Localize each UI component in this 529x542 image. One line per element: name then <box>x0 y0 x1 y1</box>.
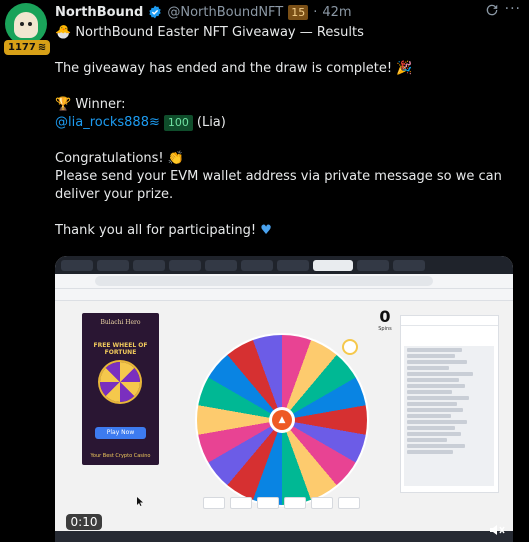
avatar-eye <box>28 22 32 26</box>
badge-wave-icon: ≋ <box>37 42 47 53</box>
video-duration: 0:10 <box>66 514 102 530</box>
browser-tab <box>357 259 389 271</box>
mouse-cursor-icon <box>137 497 143 506</box>
party-popper-icon: 🎉 <box>396 61 413 76</box>
post-header: NorthBound @NorthBoundNFT 15 · 42m <box>55 3 352 21</box>
post-body: 🐣 NorthBound Easter NFT Giveaway — Resul… <box>55 24 517 240</box>
author-name[interactable]: NorthBound <box>55 5 143 20</box>
casino-ad: Bulachi Hero FREE WHEEL OF FORTUNE Play … <box>82 313 159 465</box>
winner-label: Winner: <box>75 97 126 112</box>
spin-label: Spins <box>378 326 392 332</box>
browser-tab <box>393 259 425 271</box>
ad-brand: Bulachi Hero <box>100 319 141 326</box>
winner-line: @lia_rocks888≋ 100 (Lia) <box>55 114 517 132</box>
post-time[interactable]: 42m <box>322 5 351 20</box>
browser-tab <box>133 259 165 271</box>
browser-tab-bar <box>55 256 513 274</box>
badge-count: 1177 <box>8 42 36 53</box>
thanks-text: Thank you all for participating! <box>55 223 257 238</box>
winner-wave-icon: ≋ <box>148 115 160 130</box>
browser-tab <box>277 259 309 271</box>
ad-play-button: Play Now <box>95 427 146 439</box>
post-title: NorthBound Easter NFT Giveaway — Results <box>75 25 364 40</box>
browser-tab <box>205 259 237 271</box>
entries-tabs <box>401 316 498 326</box>
entries-list <box>404 346 494 486</box>
ad-headline: FREE WHEEL OF FORTUNE <box>93 342 148 356</box>
refresh-icon[interactable] <box>485 3 499 17</box>
thanks-line: Thank you all for participating! ♥ <box>55 222 517 240</box>
avatar-face <box>14 12 38 38</box>
browser-tab <box>241 259 273 271</box>
spin-wheel: ▲ <box>197 335 367 505</box>
congrats-text: Congratulations! <box>55 151 164 166</box>
blue-heart-icon: ♥ <box>260 223 272 238</box>
ad-wheel-image <box>100 362 140 402</box>
wheel-pointer <box>342 339 358 355</box>
spin-count: 0 <box>379 307 391 326</box>
author-level: 15 <box>288 4 309 20</box>
separator-dot: · <box>313 4 318 20</box>
more-icon[interactable]: ··· <box>505 1 521 17</box>
desktop-dock <box>55 531 513 542</box>
result-text: The giveaway has ended and the draw is c… <box>55 61 393 76</box>
verified-badge-icon <box>149 5 162 19</box>
browser-tab-active <box>313 259 353 271</box>
winner-label-line: 🏆 Winner: <box>55 96 517 114</box>
wheel-page: Bulachi Hero FREE WHEEL OF FORTUNE Play … <box>55 301 513 542</box>
browser-url-bar <box>55 274 513 289</box>
author-handle[interactable]: @NorthBoundNFT <box>167 5 283 20</box>
entries-panel <box>400 315 499 493</box>
post-video[interactable]: Bulachi Hero FREE WHEEL OF FORTUNE Play … <box>55 256 513 542</box>
browser-url-field <box>95 276 433 286</box>
result-line: The giveaway has ended and the draw is c… <box>55 60 517 78</box>
browser-tab <box>169 259 201 271</box>
avatar-eye <box>20 22 24 26</box>
wheel-toolbar <box>203 497 363 509</box>
winner-level: 100 <box>163 115 193 131</box>
author-avatar[interactable] <box>5 3 47 45</box>
egg-emoji-icon: 🐣 <box>55 25 72 40</box>
follower-badge: 1177 ≋ <box>4 40 51 55</box>
browser-tab <box>61 259 93 271</box>
congrats-line: Congratulations! 👏 <box>55 150 517 168</box>
ad-footer: Your Best Crypto Casino <box>90 453 151 459</box>
volume-icon[interactable] <box>489 524 505 536</box>
wheel-hub: ▲ <box>269 407 295 433</box>
winner-handle[interactable]: @lia_rocks888 <box>55 115 149 130</box>
instructions-text: Please send your EVM wallet address via … <box>55 169 502 202</box>
clapping-hands-icon: 👏 <box>167 151 184 166</box>
browser-bookmarks-bar <box>55 289 513 301</box>
post-title-line: 🐣 NorthBound Easter NFT Giveaway — Resul… <box>55 24 517 42</box>
browser-tab <box>97 259 129 271</box>
spin-arrow-icon: ▲ <box>272 410 292 430</box>
trophy-icon: 🏆 <box>55 97 72 112</box>
winner-name: (Lia) <box>196 115 226 130</box>
